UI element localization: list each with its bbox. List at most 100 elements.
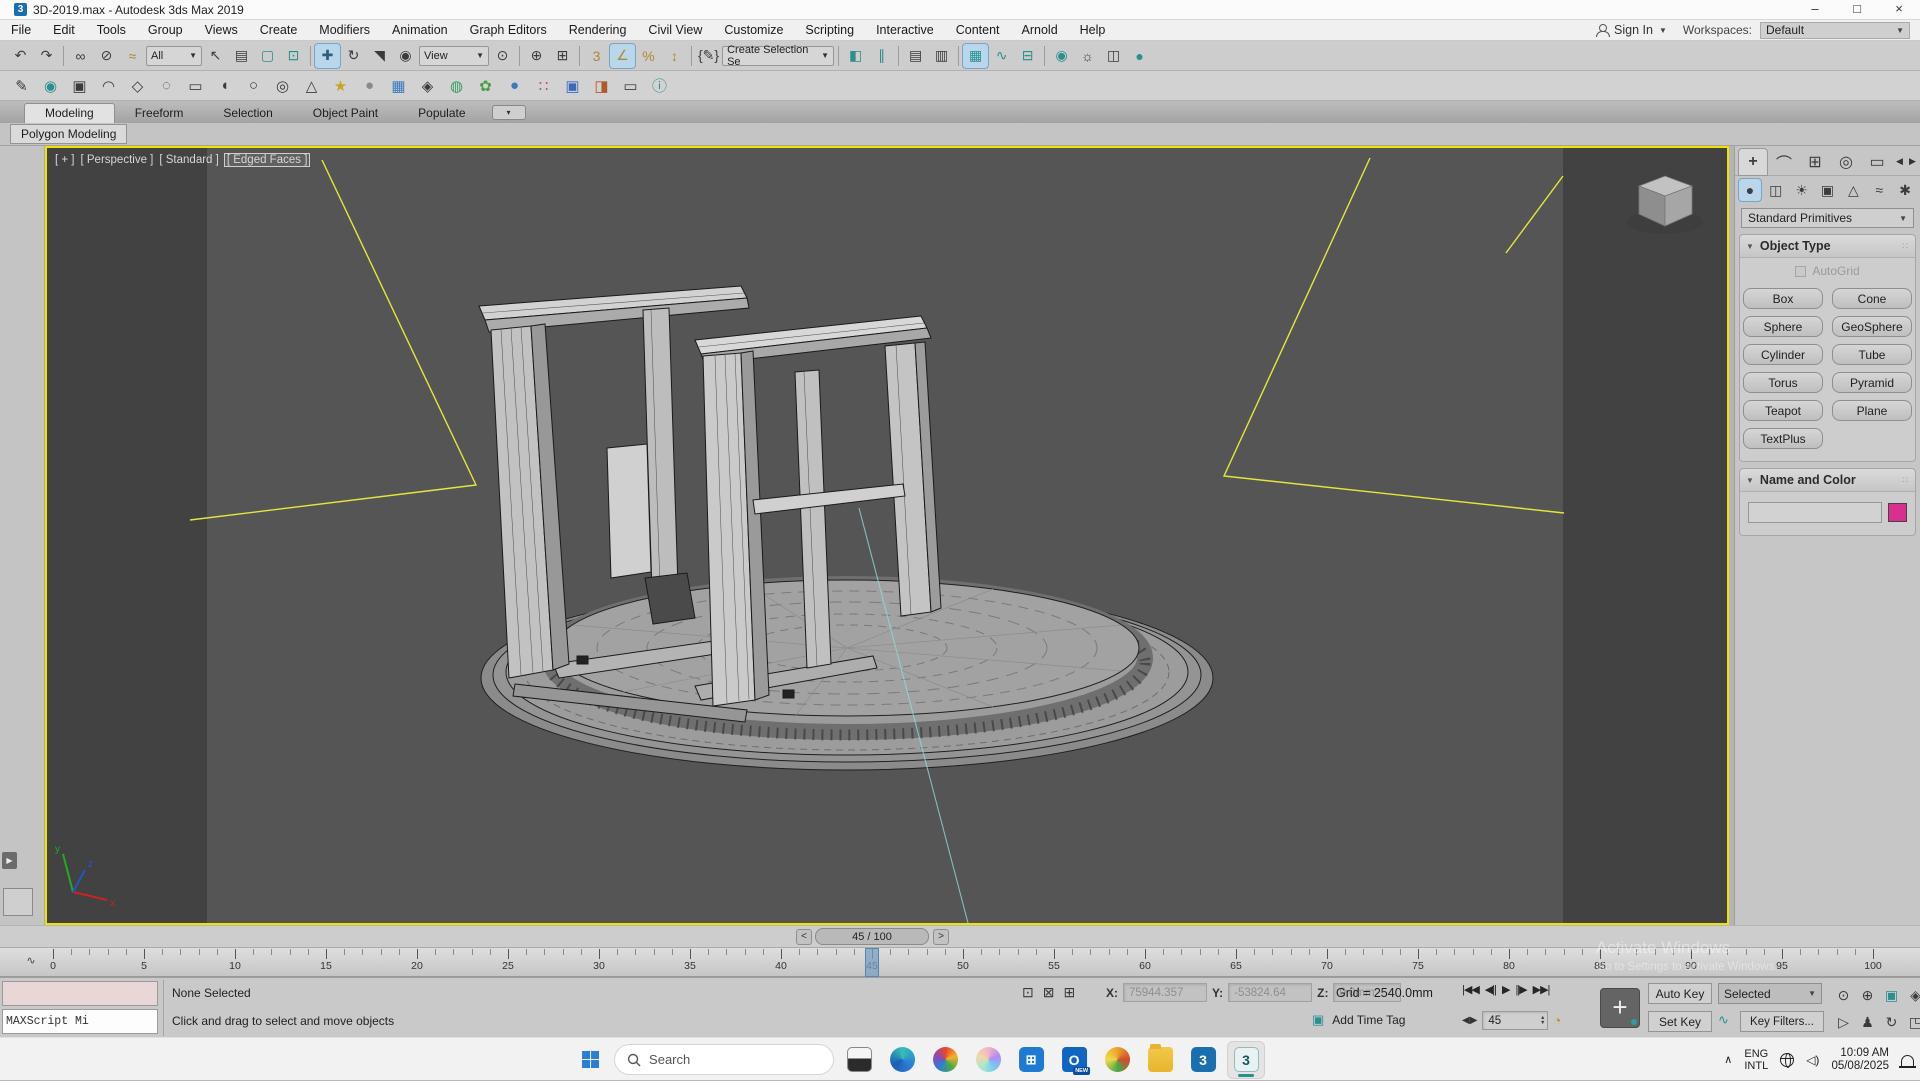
zoom-icon[interactable]: ⊙ — [1832, 982, 1855, 1008]
taskbar-app-copilot[interactable] — [970, 1042, 1006, 1078]
taskbar-app-media[interactable] — [1099, 1042, 1135, 1078]
y-coordinate-field[interactable]: -53824.64 — [1228, 983, 1312, 1002]
category-space-warps[interactable]: ≈ — [1868, 179, 1890, 201]
separator[interactable]: ▼ — [691, 46, 692, 66]
auto-key-button[interactable]: Auto Key — [1648, 983, 1712, 1004]
material-editor-icon[interactable]: ◉ ▼ — [1049, 44, 1074, 68]
category-helpers[interactable]: △ — [1842, 179, 1864, 201]
menu-item[interactable]: Group — [137, 20, 194, 41]
previous-frame-button[interactable]: ◀|| — [1485, 983, 1496, 996]
primitive-button[interactable]: Cone — [1832, 288, 1912, 309]
ribbon-tab[interactable]: Object Paint — [293, 104, 398, 123]
align-icon[interactable]: ∥ ▼ — [869, 44, 894, 68]
menu-item[interactable]: Modifiers — [308, 20, 381, 41]
redo-icon[interactable]: ↷ ▼ — [34, 44, 59, 68]
menu-item[interactable]: Scripting — [794, 20, 865, 41]
rectangular-selection-region-icon[interactable]: ▢ ▼ — [255, 44, 280, 68]
tab-create[interactable]: + — [1739, 149, 1767, 175]
viewport-label-segment[interactable]: [ Standard ] — [159, 154, 218, 166]
name-color-rollout-header[interactable]: ▼ Name and Color ∷ — [1740, 469, 1915, 492]
x-coordinate-field[interactable]: 75944.357 — [1123, 983, 1207, 1002]
minimize-button[interactable]: – — [1794, 0, 1836, 19]
select-by-name-icon[interactable]: ▤ ▼ — [229, 44, 254, 68]
use-pivot-point-center-icon[interactable]: ⊙ ▼ — [490, 44, 515, 68]
search-input[interactable]: Search — [614, 1044, 834, 1075]
shape-ring-icon[interactable]: ◎ — [269, 73, 296, 99]
selection-paint-icon[interactable]: ◉ — [37, 73, 64, 99]
named-selection-sets-dropdown[interactable]: Create Selection Se ▼ — [722, 46, 834, 66]
maximize-button[interactable]: □ — [1836, 0, 1878, 19]
current-frame-field[interactable]: 45 ▲ ▼ — [1482, 1011, 1548, 1030]
menu-item[interactable]: Help — [1069, 20, 1117, 41]
tab-display[interactable]: ▭ — [1863, 149, 1891, 175]
add-time-tag[interactable]: ▣ Add Time Tag — [1312, 1012, 1405, 1028]
current-frame-marker[interactable] — [865, 948, 879, 977]
dots-array-icon[interactable]: ∷ — [530, 73, 557, 99]
shape-circle-icon[interactable]: ○ — [240, 73, 267, 99]
primitive-button[interactable]: Box — [1743, 288, 1823, 309]
shape-sphere-icon[interactable]: ● — [356, 73, 383, 99]
ribbon-tab[interactable]: Populate — [398, 104, 485, 123]
notifications-bell-icon[interactable] — [1901, 1055, 1914, 1066]
primitive-button[interactable]: Teapot — [1743, 400, 1823, 421]
set-key-button[interactable]: Set Key — [1648, 1011, 1712, 1032]
object-type-rollout-header[interactable]: ▼ Object Type ∷ — [1740, 235, 1915, 258]
edit-named-selection-sets-icon[interactable]: {✎} ▼ — [696, 44, 721, 68]
primitive-button[interactable]: Tube — [1832, 344, 1912, 365]
paint-deform-icon[interactable]: ◈ — [414, 73, 441, 99]
play-button[interactable]: ▶ — [1502, 983, 1509, 996]
mirror-icon[interactable]: ◧ ▼ — [843, 44, 868, 68]
separator[interactable]: ▼ — [958, 46, 959, 66]
perspective-viewport[interactable]: [ + ][ Perspective ][ Standard ][ Edged … — [45, 146, 1729, 925]
isolate-selection-icon[interactable]: ⊡ — [1022, 984, 1034, 1001]
menu-item[interactable]: Views — [194, 20, 249, 41]
maxscript-editor-icon[interactable]: ✎ — [8, 73, 35, 99]
shape-star-icon[interactable]: ★ — [327, 73, 354, 99]
panel-scroll-right-icon[interactable]: ▶ — [1907, 156, 1918, 167]
separator[interactable]: ▼ — [519, 46, 520, 66]
category-systems[interactable]: ✱ — [1894, 179, 1916, 201]
maxscript-mini-listener[interactable]: MAXScript Mi — [2, 1009, 158, 1034]
viewport-label-segment[interactable]: [ + ] — [55, 154, 75, 166]
panel-scroll-left-icon[interactable]: ◀ — [1894, 156, 1905, 167]
taskbar-app-explorer[interactable] — [1142, 1042, 1178, 1078]
bind-to-space-warp-icon[interactable]: ≈ ▼ — [120, 44, 145, 68]
keyboard-shortcut-override-icon[interactable]: ⊞ ▼ — [550, 44, 575, 68]
render-setup-icon[interactable]: ☼ ▼ — [1075, 44, 1100, 68]
go-to-start-button[interactable]: |◀◀ — [1462, 983, 1479, 996]
start-button[interactable] — [573, 1043, 607, 1077]
separator[interactable]: ▼ — [898, 46, 899, 66]
primitive-button[interactable]: GeoSphere — [1832, 316, 1912, 337]
taskbar-app-3dsmax-blue[interactable]: 3 — [1185, 1042, 1221, 1078]
frame-spinner[interactable]: ▲ ▼ — [1540, 1016, 1547, 1025]
category-cameras[interactable]: ▣ — [1817, 179, 1839, 201]
select-and-rotate-icon[interactable]: ↻ ▼ — [341, 44, 366, 68]
capture-region-icon[interactable]: ◌ — [153, 73, 180, 99]
taskbar-app-store[interactable]: ⊞ — [1013, 1042, 1049, 1078]
layer-explorer-icon[interactable]: ▥ ▼ — [929, 44, 954, 68]
reference-coordinate-dropdown[interactable]: View ▼ — [419, 46, 489, 66]
menu-item[interactable]: Edit — [42, 20, 86, 41]
separator[interactable]: ▼ — [579, 46, 580, 66]
time-slider[interactable]: 45 / 100 — [815, 928, 929, 945]
render-production-icon[interactable]: ● ▼ — [1127, 44, 1152, 68]
field-of-view-icon[interactable]: ▷ — [1832, 1009, 1855, 1035]
select-and-move-icon[interactable]: ✚ ▼ — [315, 44, 340, 68]
speaker-icon[interactable]: ◁) — [1806, 1053, 1819, 1067]
object-color-swatch[interactable] — [1888, 503, 1907, 522]
selection-lock-icon[interactable]: ⊠ — [1043, 984, 1055, 1001]
info-icon[interactable]: ⓘ — [646, 73, 673, 99]
menu-item[interactable]: Create — [249, 20, 309, 41]
viewport-label-segment[interactable]: [ Perspective ] — [81, 154, 154, 166]
shape-rectangle-icon[interactable]: ▭ — [182, 73, 209, 99]
separator[interactable]: ▼ — [63, 46, 64, 66]
close-button[interactable]: × — [1878, 0, 1920, 19]
clock-date[interactable]: 10:09 AM 05/08/2025 — [1831, 1047, 1889, 1073]
language-indicator[interactable]: ENG INTL — [1744, 1048, 1768, 1072]
curve-editor-icon[interactable]: ∿ ▼ — [989, 44, 1014, 68]
taskbar-app-edge[interactable] — [884, 1042, 920, 1078]
undo-icon[interactable]: ↶ ▼ — [8, 44, 33, 68]
category-shapes[interactable]: ◫ — [1765, 179, 1787, 201]
shape-cone-icon[interactable]: △ — [298, 73, 325, 99]
primitive-button[interactable]: Plane — [1832, 400, 1912, 421]
